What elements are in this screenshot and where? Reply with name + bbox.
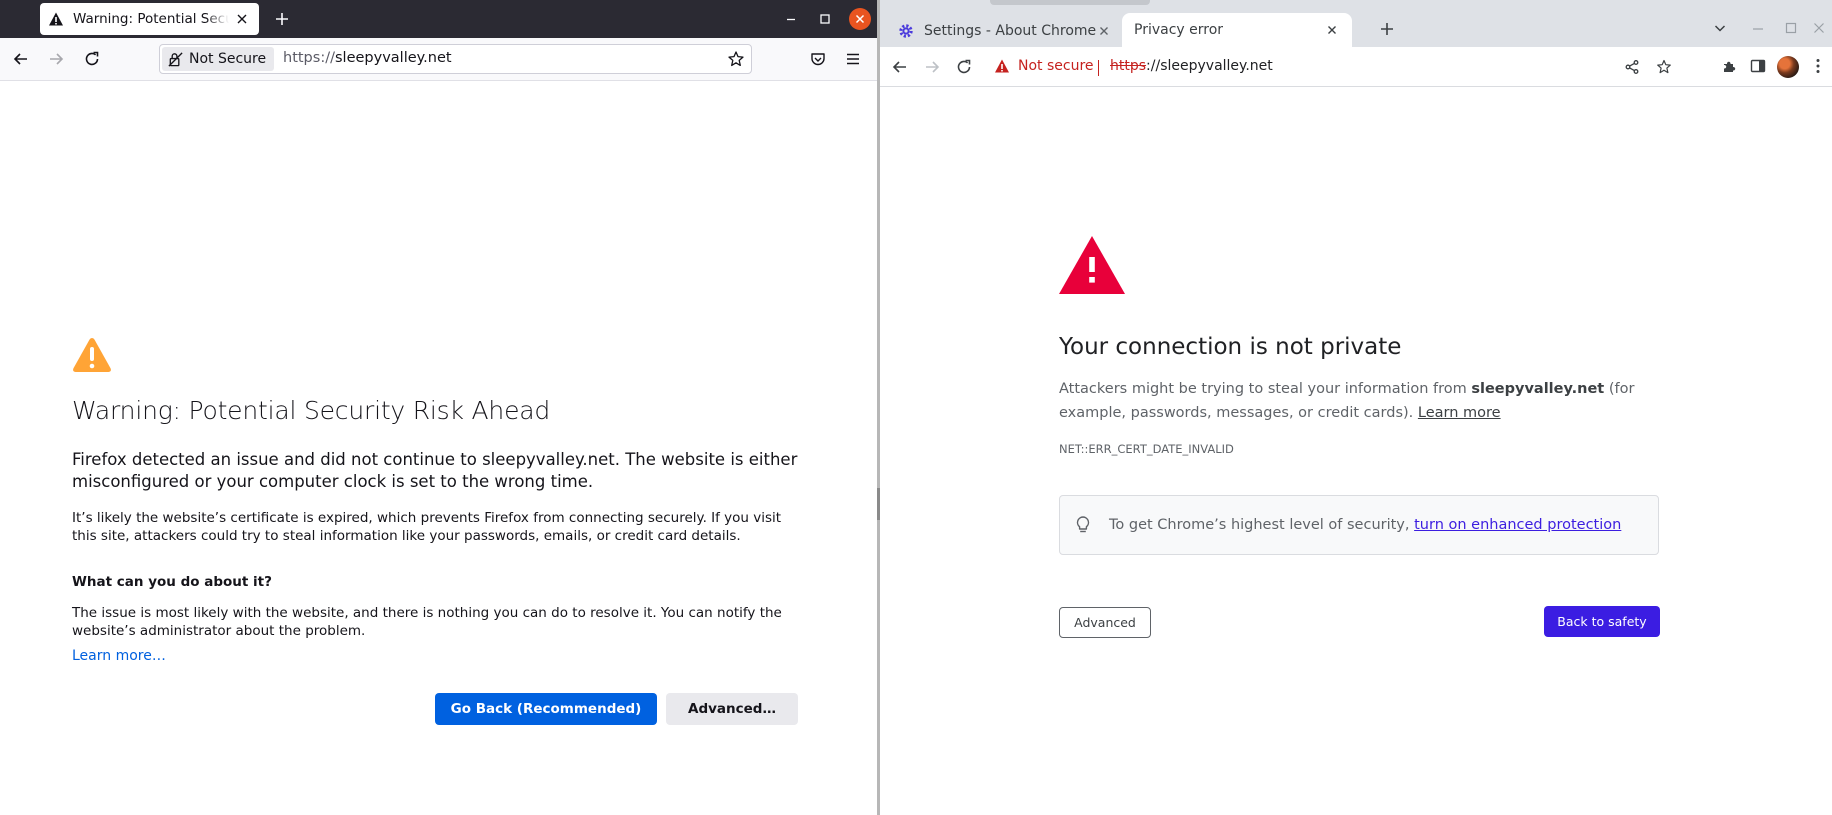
what-to-do-heading: What can you do about it? — [72, 574, 272, 590]
advanced-button[interactable]: Advanced — [1059, 607, 1151, 638]
firefox-tab-bar: Warning: Potential Security Risk Ahead — [0, 0, 877, 38]
enhanced-protection-text: To get Chrome’s highest level of securit… — [1109, 517, 1621, 533]
chrome-window-top-strip — [880, 0, 1832, 9]
chrome-tab-bar: Settings - About Chrome Privacy error — [880, 9, 1832, 47]
maximize-icon[interactable] — [815, 9, 835, 29]
lightbulb-icon — [1076, 516, 1090, 533]
page-heading: Your connection is not private — [1059, 334, 1402, 360]
error-code: NET::ERR_CERT_DATE_INVALID — [1059, 442, 1234, 456]
firefox-nav-bar: Not Secure https://sleepyvalley.net — [0, 38, 877, 81]
url-rest: ://sleepyvalley.net — [1146, 58, 1273, 74]
warning-triangle-icon — [73, 338, 111, 372]
close-icon — [855, 14, 865, 24]
enhanced-protection-link[interactable]: turn on enhanced protection — [1414, 517, 1621, 533]
omnibox-separator — [1098, 60, 1099, 76]
insecure-lock-icon — [168, 51, 183, 67]
pocket-icon[interactable] — [808, 49, 828, 69]
minimize-icon[interactable] — [1749, 19, 1767, 37]
not-secure-label: Not Secure — [189, 51, 267, 67]
forward-arrow-icon[interactable] — [46, 49, 66, 69]
enhanced-protection-box: To get Chrome’s highest level of securit… — [1059, 495, 1659, 555]
firefox-tab-security-warning[interactable]: Warning: Potential Security Risk Ahead — [40, 3, 259, 35]
warning-icon — [49, 12, 63, 26]
share-icon[interactable] — [1624, 59, 1640, 75]
site-identity-button[interactable]: Not Secure — [162, 47, 274, 71]
page-title: Warning: Potential Security Risk Ahead — [72, 396, 551, 425]
reload-icon[interactable] — [82, 49, 102, 69]
chrome-window: Settings - About Chrome Privacy error No… — [880, 0, 1832, 815]
not-secure-label: Not secure — [1018, 58, 1094, 74]
bookmark-star-icon[interactable] — [1656, 59, 1672, 75]
extensions-puzzle-icon[interactable] — [1721, 57, 1739, 75]
advanced-button[interactable]: Advanced… — [666, 693, 798, 725]
warning-triangle-icon — [1059, 236, 1125, 294]
maximize-icon[interactable] — [1782, 19, 1800, 37]
error-explanation-text: It’s likely the website’s certificate is… — [72, 510, 782, 544]
error-description: Attackers might be trying to steal your … — [1059, 377, 1659, 425]
minimize-icon[interactable] — [781, 9, 801, 29]
desc-host: sleepyvalley.net — [1471, 381, 1605, 397]
chrome-interstitial-page: Your connection is not private Attackers… — [880, 87, 1832, 815]
close-tab-icon[interactable] — [233, 10, 251, 28]
enhanced-text: To get Chrome’s highest level of securit… — [1109, 517, 1415, 533]
learn-more-link[interactable]: Learn more… — [72, 648, 166, 664]
profile-avatar[interactable] — [1777, 56, 1799, 78]
chrome-toolbar: Not secure https://sleepyvalley.net — [880, 47, 1832, 87]
new-tab-icon[interactable] — [1378, 20, 1396, 38]
reload-icon[interactable] — [954, 57, 974, 77]
firefox-error-page: Warning: Potential Security Risk Ahead F… — [0, 81, 877, 815]
url-scheme: https:// — [283, 50, 335, 66]
background-window-sliver — [990, 0, 1150, 5]
firefox-window: Warning: Potential Security Risk Ahead — [0, 0, 877, 815]
what-to-do-text: The issue is most likely with the websit… — [72, 605, 782, 639]
not-secure-chip[interactable]: Not secure — [994, 58, 1094, 74]
gear-icon — [899, 23, 913, 38]
tab-title: Privacy error — [1134, 22, 1224, 38]
firefox-tab-title: Warning: Potential Security Risk Ahead — [73, 11, 229, 27]
go-back-button[interactable]: Go Back (Recommended) — [435, 693, 657, 725]
url-text[interactable]: https://sleepyvalley.net — [1110, 58, 1273, 74]
close-window-button[interactable] — [849, 8, 871, 30]
tab-privacy-error[interactable]: Privacy error — [1122, 13, 1352, 47]
back-arrow-icon[interactable] — [890, 57, 910, 77]
bookmark-star-icon[interactable] — [727, 50, 745, 68]
learn-more-link[interactable]: Learn more — [1418, 405, 1501, 421]
firefox-url-bar[interactable]: Not Secure https://sleepyvalley.net — [159, 44, 752, 74]
warning-icon — [995, 59, 1009, 73]
new-tab-icon[interactable] — [272, 9, 292, 29]
url-text[interactable]: https://sleepyvalley.net — [283, 50, 452, 66]
hamburger-menu-icon[interactable] — [843, 49, 863, 69]
forward-arrow-icon[interactable] — [922, 57, 942, 77]
back-to-safety-button[interactable]: Back to safety — [1544, 606, 1660, 637]
close-window-icon[interactable] — [1810, 19, 1828, 37]
desc-text: Attackers might be trying to steal your … — [1059, 381, 1472, 397]
url-host: sleepyvalley.net — [334, 50, 452, 66]
back-arrow-icon[interactable] — [11, 49, 31, 69]
close-tab-icon[interactable] — [1324, 22, 1340, 38]
error-intro-text: Firefox detected an issue and did not co… — [72, 450, 798, 491]
tab-title: Settings - About Chrome — [924, 22, 1096, 39]
side-panel-icon[interactable] — [1749, 57, 1767, 75]
url-scheme: https — [1110, 58, 1147, 74]
omnibox[interactable]: Not secure https://sleepyvalley.net — [984, 50, 1706, 84]
more-menu-icon[interactable] — [1809, 57, 1827, 75]
tab-settings-about-chrome[interactable]: Settings - About Chrome — [888, 14, 1122, 47]
close-tab-icon[interactable] — [1096, 23, 1112, 39]
tab-search-chevron-icon[interactable] — [1712, 20, 1728, 36]
